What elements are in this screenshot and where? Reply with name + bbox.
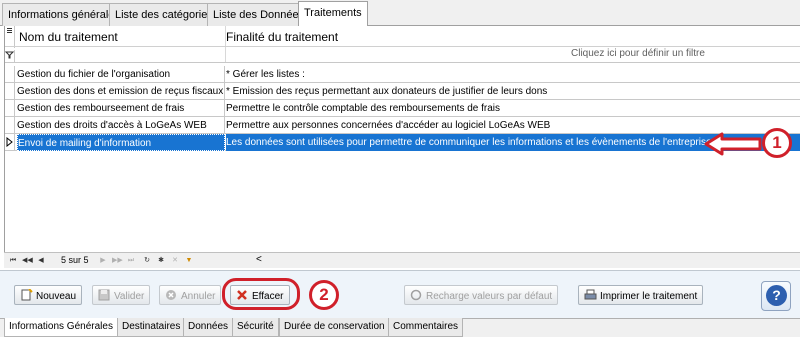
table-row[interactable]: Gestion des rembourseement de frais Perm… — [5, 100, 800, 117]
annotation-marker-2: 2 — [309, 280, 339, 310]
tab-informations-generales-detail[interactable]: Informations Générales — [4, 318, 118, 337]
table-row[interactable]: Gestion du fichier de l'organisation * G… — [5, 66, 800, 83]
delete-record-icon[interactable]: ✕ — [170, 255, 180, 266]
row-indicator — [5, 117, 15, 134]
table-row[interactable]: Gestion des droits d'accès à LoGeAs WEB … — [5, 117, 800, 134]
scroll-left-icon[interactable]: < — [256, 254, 262, 265]
traitements-grid: Nom du traitement Finalité du traitement… — [4, 26, 800, 252]
tab-donnees[interactable]: Données — [183, 318, 234, 337]
recharge-valeurs-button[interactable]: Recharge valeurs par défaut — [404, 285, 559, 305]
imprimer-label: Imprimer le traitement — [600, 291, 698, 302]
previous-page-icon[interactable]: ◀◀ — [22, 255, 33, 266]
annotation-highlight-effacer — [222, 278, 300, 310]
valider-button[interactable]: Valider — [92, 285, 151, 305]
row-name: Gestion des rembourseement de frais — [17, 100, 225, 117]
row-purpose: Permettre le contrôle comptable des remb… — [226, 103, 501, 114]
tab-securite[interactable]: Sécurité — [232, 318, 279, 337]
nouveau-button[interactable]: Nouveau — [14, 285, 83, 305]
annotation-arrow-icon — [704, 132, 762, 156]
cancel-circle-icon — [165, 289, 178, 301]
filter-icon[interactable] — [4, 50, 15, 62]
table-row-selected[interactable]: Envoi de mailing d'information Les donné… — [5, 134, 800, 151]
valider-label: Valider — [114, 291, 145, 302]
first-record-icon[interactable]: ⏮ — [8, 255, 18, 266]
refresh-icon[interactable]: ↻ — [142, 255, 152, 266]
column-header-finalite[interactable]: Finalité du traitement — [226, 26, 338, 46]
tab-liste-donnees[interactable]: Liste des Données — [207, 3, 311, 26]
printer-icon — [584, 289, 597, 301]
action-toolbar: Nouveau Valider Annuler Effacer Recharge… — [0, 270, 800, 318]
reload-icon — [410, 289, 423, 301]
new-record-star-icon[interactable]: ✱ — [156, 255, 166, 266]
tab-duree-conservation[interactable]: Durée de conservation — [279, 318, 390, 337]
filter-separator — [5, 62, 800, 63]
column-header-nom[interactable]: Nom du traitement — [19, 26, 118, 46]
next-record-icon[interactable]: ▶ — [98, 255, 108, 266]
row-name: Gestion des droits d'accès à LoGeAs WEB — [17, 117, 225, 134]
row-indicator — [5, 100, 15, 117]
table-row[interactable]: Gestion des dons et emission de reçus fi… — [5, 83, 800, 100]
new-document-icon — [20, 288, 33, 301]
recharge-label: Recharge valeurs par défaut — [426, 291, 553, 302]
save-disk-icon — [98, 289, 111, 301]
previous-record-icon[interactable]: ◀ — [36, 255, 46, 266]
column-divider — [225, 26, 226, 63]
imprimer-traitement-button[interactable]: Imprimer le traitement — [578, 285, 704, 305]
record-position: 5 sur 5 — [61, 255, 89, 265]
row-name: Envoi de mailing d'information — [17, 134, 225, 151]
annotation-marker-1: 1 — [762, 128, 792, 158]
row-indicator — [5, 83, 15, 100]
header-separator — [5, 46, 800, 47]
row-name: Gestion des dons et emission de reçus fi… — [17, 83, 225, 100]
row-indicator — [5, 66, 15, 83]
tab-commentaires[interactable]: Commentaires — [388, 318, 464, 337]
next-page-icon[interactable]: ▶▶ — [112, 255, 123, 266]
row-purpose: * Gérer les listes : — [226, 69, 305, 80]
nouveau-label: Nouveau — [36, 291, 77, 302]
traitements-window: Informations générales Liste des catégor… — [0, 0, 800, 337]
top-tab-bar: Informations générales Liste des catégor… — [0, 0, 800, 27]
record-navigator: ⏮ ◀◀ ◀ 5 sur 5 ▶ ▶▶ ⏭ ↻ ✱ ✕ ▼ < — [4, 252, 800, 268]
tab-liste-categories[interactable]: Liste des catégories — [109, 3, 219, 26]
help-question-icon: ? — [766, 285, 787, 306]
current-row-arrow-icon — [5, 134, 15, 151]
filter-funnel-icon[interactable]: ▼ — [184, 255, 194, 266]
annuler-button[interactable]: Annuler — [159, 285, 222, 305]
grid-menu-icon[interactable] — [5, 26, 15, 48]
help-button[interactable]: ? — [761, 281, 791, 311]
tab-traitements[interactable]: Traitements — [298, 1, 368, 27]
annuler-label: Annuler — [181, 291, 216, 302]
last-record-icon[interactable]: ⏭ — [126, 255, 136, 266]
detail-tab-bar: Informations Générales Destinataires Don… — [0, 318, 800, 337]
tab-informations-generales[interactable]: Informations générales — [2, 3, 126, 26]
row-name: Gestion du fichier de l'organisation — [17, 66, 225, 83]
tab-destinataires[interactable]: Destinataires — [117, 318, 186, 337]
filter-hint[interactable]: Cliquez ici pour définir un filtre — [571, 48, 705, 59]
row-purpose: * Emission des reçus permettant aux dona… — [226, 86, 548, 97]
